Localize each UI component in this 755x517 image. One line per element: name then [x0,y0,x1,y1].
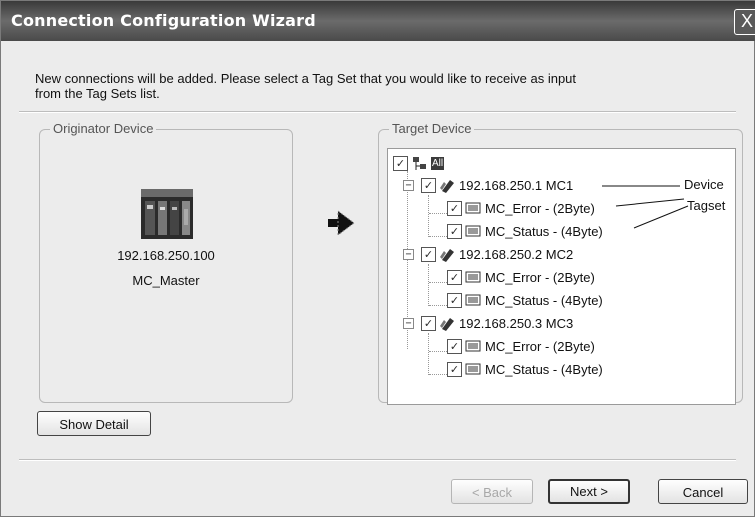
tree-connector [429,305,447,306]
back-button[interactable]: < Back [451,479,533,504]
arrow-right-icon [328,210,355,236]
tree-tagset-item[interactable]: ✓ MC_Status - (4Byte) [447,360,603,378]
tagset-icon [465,271,481,283]
originator-device-group: Originator Device 192.168.250.100 MC_Mas… [39,121,293,403]
cancel-button[interactable]: Cancel [658,479,748,504]
intro-text: New connections will be added. Please se… [35,71,675,101]
tree-tagset-item[interactable]: ✓ MC_Error - (2Byte) [447,337,595,355]
tree-tagset-item[interactable]: ✓ MC_Status - (4Byte) [447,291,603,309]
collapse-icon[interactable]: − [403,317,414,329]
tagset-checkbox[interactable]: ✓ [447,338,462,354]
tree-tagset-item[interactable]: ✓ MC_Error - (2Byte) [447,268,595,286]
tagset-label: MC_Error - (2Byte) [485,338,595,354]
tree-connector [429,351,447,352]
title-bar: Connection Configuration Wizard X [1,1,755,41]
tree-connector [429,282,447,283]
bottom-separator [19,459,736,461]
intro-line-2: from the Tag Sets list. [35,86,160,101]
device-label: 192.168.250.3 MC3 [459,315,574,331]
wizard-window: Connection Configuration Wizard X New co… [0,0,755,517]
tagset-checkbox[interactable]: ✓ [447,269,462,285]
annotation-callout-lines [602,185,689,229]
tree-device-item[interactable]: − ✓ 192.168.250.3 MC3 [403,314,573,332]
top-separator [19,111,736,113]
tree-connector [429,374,447,375]
tagset-checkbox[interactable]: ✓ [447,361,462,377]
tagset-label: MC_Status - (4Byte) [485,361,603,377]
tagset-annotation: Tagset [687,198,726,213]
show-detail-button[interactable]: Show Detail [37,411,151,436]
tree-connector [428,264,429,306]
intro-line-1: New connections will be added. Please se… [35,71,577,86]
device-icon [440,317,454,331]
close-button[interactable]: X [734,9,755,35]
target-device-group: Target Device ✓ All − ✓ 192.168.250.1 MC… [378,121,743,405]
tagset-checkbox[interactable]: ✓ [447,292,462,308]
tagset-label: MC_Error - (2Byte) [485,269,595,285]
target-group-label: Target Device [389,121,475,136]
target-tree[interactable]: ✓ All − ✓ 192.168.250.1 MC1 ✓ MC_Error -… [387,148,736,405]
collapse-icon[interactable]: − [403,248,414,260]
tagset-icon [465,363,481,375]
device-checkbox[interactable]: ✓ [421,315,436,331]
originator-group-label: Originator Device [50,121,157,136]
next-button[interactable]: Next > [548,479,630,504]
originator-ip: 192.168.250.100 [117,248,215,263]
originator-name: MC_Master [132,273,200,288]
tagset-icon [465,340,481,352]
tagset-label: MC_Status - (4Byte) [485,292,603,308]
tree-connector [428,333,429,375]
window-title: Connection Configuration Wizard [11,11,316,30]
plc-device-icon [141,189,193,239]
tagset-icon [465,294,481,306]
device-annotation: Device [684,177,724,192]
